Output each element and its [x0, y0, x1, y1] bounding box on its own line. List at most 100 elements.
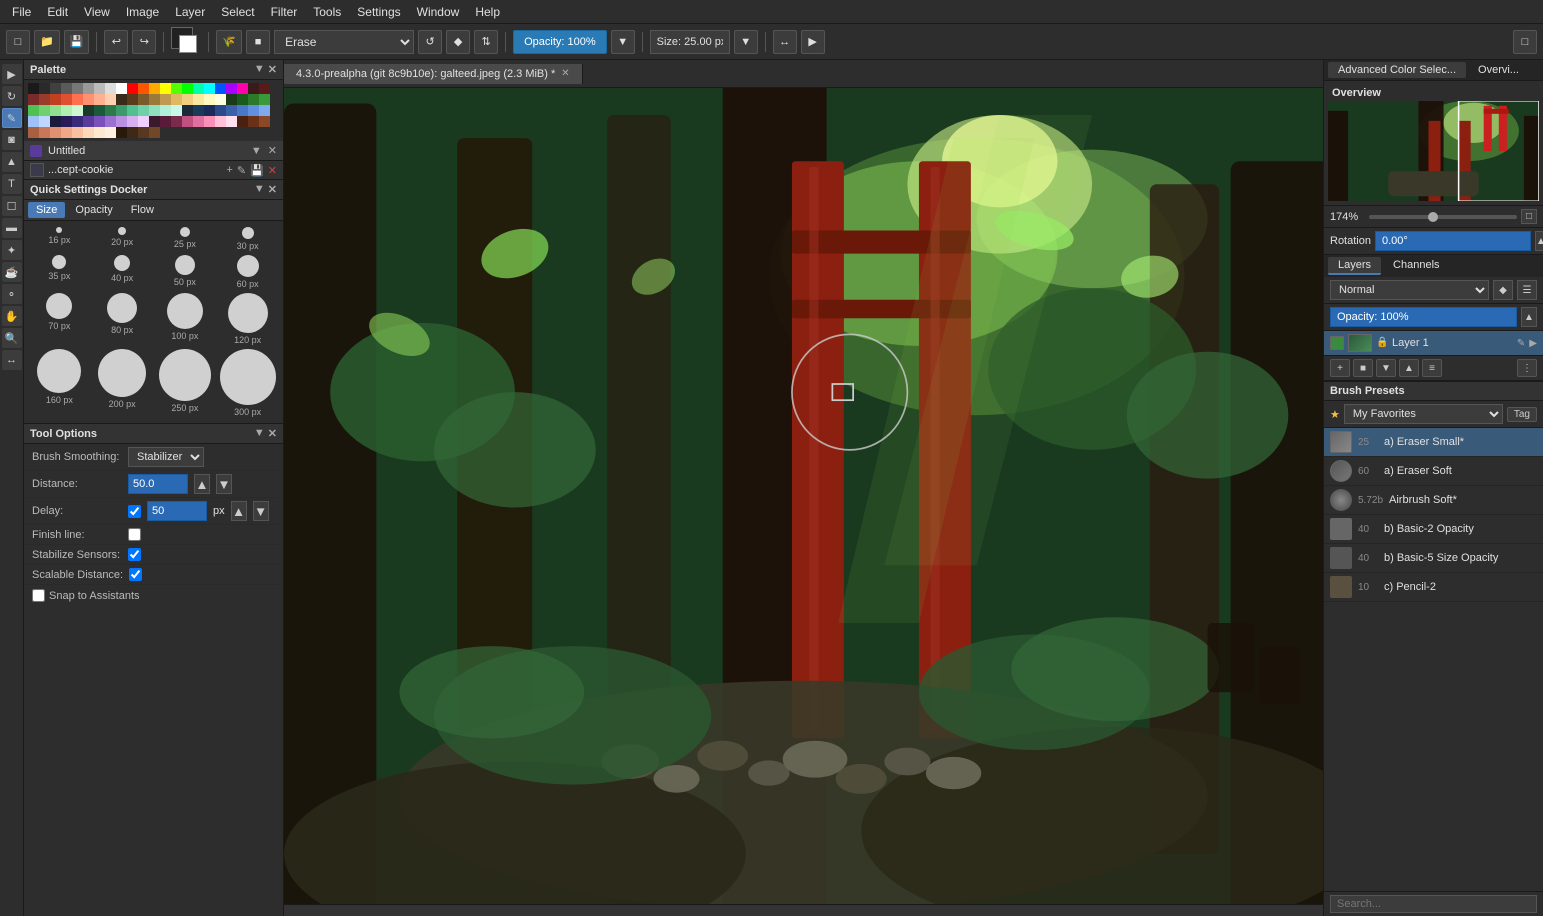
- palette-cell[interactable]: [182, 83, 193, 94]
- layer-edit-btn[interactable]: ✎: [1517, 338, 1525, 349]
- rotation-input[interactable]: [1375, 231, 1531, 251]
- delay-down[interactable]: ▼: [253, 501, 269, 521]
- shape-tool[interactable]: ☐: [2, 196, 22, 216]
- palette-cell[interactable]: [116, 83, 127, 94]
- qs-settings-icon[interactable]: ▼: [254, 183, 265, 196]
- multibrush-tool[interactable]: ✦: [2, 240, 22, 260]
- brush-size-20[interactable]: 20 px: [93, 227, 152, 251]
- background-color[interactable]: [179, 35, 197, 53]
- palette-cell[interactable]: [171, 94, 182, 105]
- tab-close-icon[interactable]: ✕: [561, 68, 569, 79]
- palette-cell[interactable]: [127, 116, 138, 127]
- menu-file[interactable]: File: [4, 3, 39, 21]
- layer-visibility-toggle[interactable]: [1330, 336, 1344, 350]
- bp-search-input[interactable]: [1330, 895, 1537, 913]
- brush-size-50[interactable]: 50 px: [156, 255, 215, 289]
- palette-cell[interactable]: [39, 94, 50, 105]
- palette-settings-icon[interactable]: ▼: [254, 63, 265, 76]
- zoom-fit-btn[interactable]: □: [1521, 209, 1537, 224]
- scalable-distance-checkbox[interactable]: [129, 568, 142, 581]
- palette-cell[interactable]: [226, 94, 237, 105]
- opacity-button[interactable]: Opacity: 100%: [513, 30, 607, 54]
- brush-size-120[interactable]: 120 px: [218, 293, 277, 345]
- brush-tool[interactable]: ✎: [2, 108, 22, 128]
- palette-cell[interactable]: [94, 105, 105, 116]
- save-button[interactable]: 💾: [64, 30, 90, 54]
- menu-settings[interactable]: Settings: [349, 3, 408, 21]
- tab-flow[interactable]: Flow: [123, 202, 162, 218]
- sample-tool[interactable]: ◙: [2, 130, 22, 150]
- menu-select[interactable]: Select: [213, 3, 262, 21]
- brush-color-swatch[interactable]: [30, 163, 44, 177]
- brush-size-70[interactable]: 70 px: [30, 293, 89, 345]
- palette-cell[interactable]: [39, 83, 50, 94]
- palette-cell[interactable]: [182, 105, 193, 116]
- finish-line-checkbox[interactable]: [128, 528, 141, 541]
- menu-window[interactable]: Window: [409, 3, 468, 21]
- palette-cell[interactable]: [94, 127, 105, 138]
- palette-cell[interactable]: [39, 105, 50, 116]
- palette-cell[interactable]: [39, 127, 50, 138]
- palette-cell[interactable]: [72, 127, 83, 138]
- reset-button[interactable]: ↺: [418, 30, 442, 54]
- to-settings-icon[interactable]: ▼: [254, 427, 265, 440]
- brush-size-300[interactable]: 300 px: [218, 349, 277, 417]
- new-button[interactable]: □: [6, 30, 30, 54]
- brush-size-35[interactable]: 35 px: [30, 255, 89, 289]
- palette-cell[interactable]: [72, 94, 83, 105]
- palette-cell[interactable]: [127, 105, 138, 116]
- brush-preset-basic2[interactable]: 40 b) Basic-2 Opacity: [1324, 515, 1543, 544]
- palette-cell[interactable]: [259, 105, 270, 116]
- text-tool[interactable]: T: [2, 174, 22, 194]
- bp-tag-button[interactable]: Tag: [1507, 407, 1537, 422]
- layer-alpha-lock[interactable]: 🔒: [1376, 337, 1388, 349]
- palette-cell[interactable]: [105, 105, 116, 116]
- layer-filter-btn[interactable]: ◆: [1493, 280, 1513, 300]
- palette-cell[interactable]: [248, 83, 259, 94]
- palette-cell[interactable]: [149, 94, 160, 105]
- move-layer-up-btn[interactable]: ▲: [1399, 359, 1419, 377]
- transform-tool[interactable]: ↻: [2, 86, 22, 106]
- palette-cell[interactable]: [116, 116, 127, 127]
- paint-select-btn[interactable]: ◆: [446, 30, 470, 54]
- menu-tools[interactable]: Tools: [305, 3, 349, 21]
- palette-cell[interactable]: [149, 127, 160, 138]
- delay-checkbox[interactable]: [128, 505, 141, 518]
- brush-size-250[interactable]: 250 px: [156, 349, 215, 417]
- menu-filter[interactable]: Filter: [263, 3, 306, 21]
- blend-mode-select[interactable]: Normal: [1330, 280, 1489, 300]
- measure-tool[interactable]: ↔: [2, 350, 22, 370]
- palette-cell[interactable]: [83, 83, 94, 94]
- redo-button[interactable]: ↪: [132, 30, 156, 54]
- horizontal-scrollbar[interactable]: [284, 904, 1323, 916]
- menu-image[interactable]: Image: [118, 3, 167, 21]
- bp-filter-select[interactable]: My Favorites: [1344, 404, 1503, 424]
- brush-smoothing-select[interactable]: Stabilizer: [128, 447, 204, 467]
- palette-cell[interactable]: [226, 83, 237, 94]
- size-down[interactable]: ▼: [734, 30, 758, 54]
- palette-cell[interactable]: [127, 83, 138, 94]
- palette-cell[interactable]: [204, 116, 215, 127]
- palette-cell[interactable]: [50, 116, 61, 127]
- smudge-tool[interactable]: ☕: [2, 262, 22, 282]
- palette-cell[interactable]: [215, 116, 226, 127]
- palette-cell[interactable]: [127, 127, 138, 138]
- distance-up[interactable]: ▲: [194, 474, 210, 494]
- opacity-up[interactable]: ▲: [1521, 307, 1537, 327]
- palette-cell[interactable]: [204, 105, 215, 116]
- brush-preset-airbrush[interactable]: 5.72b Airbrush Soft*: [1324, 486, 1543, 515]
- tab-size[interactable]: Size: [28, 202, 65, 218]
- brush-save-btn[interactable]: 💾: [250, 164, 264, 177]
- palette-cell[interactable]: [248, 105, 259, 116]
- undo-button[interactable]: ↩: [104, 30, 128, 54]
- palette-cell[interactable]: [94, 94, 105, 105]
- palette-cell[interactable]: [259, 94, 270, 105]
- canvas-area[interactable]: [284, 88, 1323, 904]
- mirror-h[interactable]: ↔: [773, 30, 797, 54]
- palette-cell[interactable]: [259, 83, 270, 94]
- palette-cell[interactable]: [193, 94, 204, 105]
- palette-cell[interactable]: [61, 94, 72, 105]
- palette-cell[interactable]: [116, 94, 127, 105]
- select-tool[interactable]: ▶: [2, 64, 22, 84]
- distance-down[interactable]: ▼: [216, 474, 232, 494]
